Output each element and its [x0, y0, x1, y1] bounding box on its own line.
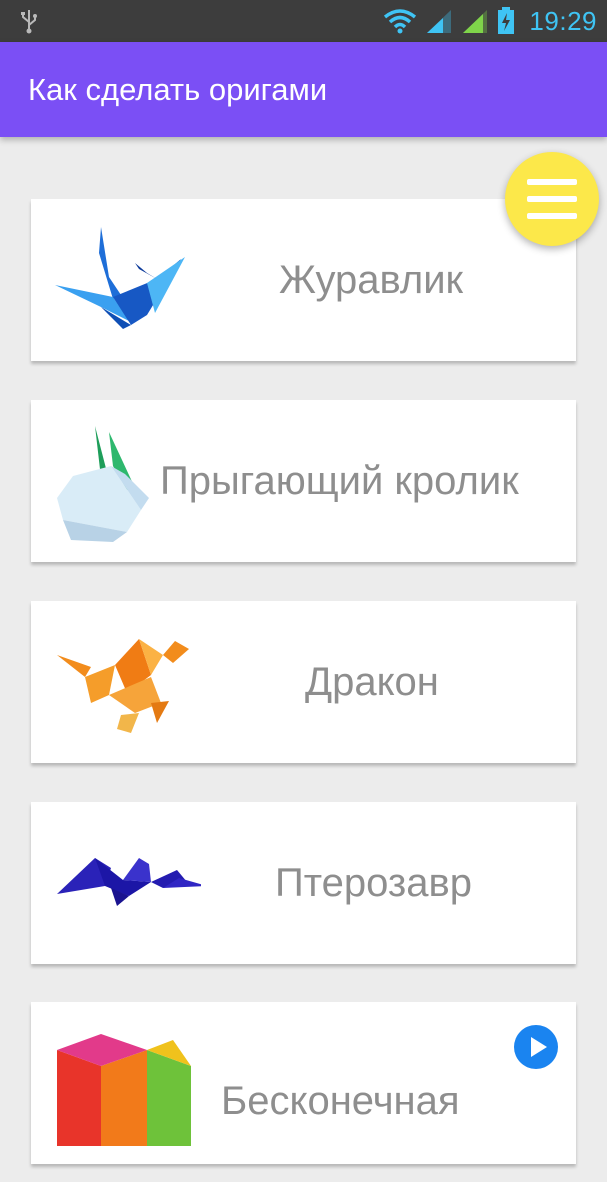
origami-infinity-cube-icon [57, 1034, 191, 1146]
signal-icon-2 [463, 10, 488, 33]
page-title: Как сделать оригами [28, 72, 328, 107]
app-bar: Как сделать оригами [0, 42, 607, 137]
list-item-label: Птерозавр [275, 861, 472, 905]
list-item-crane[interactable]: Журавлик [31, 199, 576, 361]
signal-icon-1 [427, 10, 452, 33]
list-item-rabbit[interactable]: Прыгающий кролик [31, 400, 576, 562]
battery-icon [498, 7, 515, 34]
list-item-infinity[interactable]: Бесконечная [31, 1002, 576, 1164]
usb-icon [21, 10, 37, 34]
list-item-label: Бесконечная [221, 1079, 460, 1123]
list-item-label: Журавлик [279, 258, 464, 302]
play-icon [531, 1037, 547, 1057]
list-item-label: Дракон [305, 660, 439, 704]
status-bar: 19:29 [0, 0, 607, 42]
origami-dragon-icon [57, 639, 189, 733]
origami-crane-icon [55, 227, 185, 329]
status-time: 19:29 [529, 5, 597, 36]
list-item-label: Прыгающий кролик [160, 459, 519, 503]
list-item-dragon[interactable]: Дракон [31, 601, 576, 763]
list-item-pterosaur[interactable]: Птерозавр [31, 802, 576, 964]
play-button[interactable] [514, 1025, 558, 1069]
origami-pterosaur-icon [57, 858, 201, 906]
wifi-icon [384, 9, 417, 34]
menu-button[interactable] [505, 152, 599, 246]
